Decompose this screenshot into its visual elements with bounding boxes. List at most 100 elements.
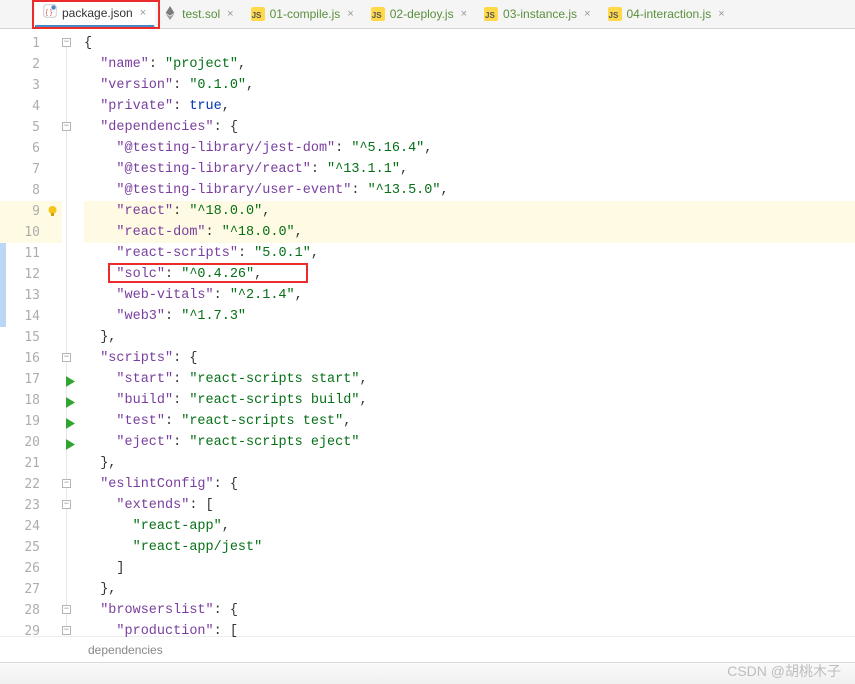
tab-02-deploy-js[interactable]: JS02-deploy.js× xyxy=(363,0,476,28)
close-icon[interactable]: × xyxy=(461,8,467,20)
line-number[interactable]: 16 xyxy=(0,348,62,369)
close-icon[interactable]: × xyxy=(584,8,590,20)
line-number[interactable]: 25 xyxy=(0,537,62,558)
code-line[interactable]: "@testing-library/user-event": "^13.5.0"… xyxy=(84,180,855,201)
line-number[interactable]: 9 xyxy=(0,201,62,222)
line-number[interactable]: 5 xyxy=(0,117,62,138)
line-number[interactable]: 13 xyxy=(0,285,62,306)
line-number[interactable]: 29 xyxy=(0,621,62,642)
line-number[interactable]: 22 xyxy=(0,474,62,495)
fold-column: − − − − − − − xyxy=(60,29,78,636)
tab-label: 01-compile.js xyxy=(270,7,341,21)
tab-label: 04-interaction.js xyxy=(627,7,712,21)
fold-toggle[interactable]: − xyxy=(62,605,71,614)
code-line[interactable]: }, xyxy=(84,327,855,348)
code-line[interactable]: "extends": [ xyxy=(84,495,855,516)
tab-01-compile-js[interactable]: JS01-compile.js× xyxy=(243,0,363,28)
code-line[interactable]: }, xyxy=(84,579,855,600)
run-icon[interactable] xyxy=(66,437,75,458)
json-icon: { } xyxy=(43,4,57,21)
code-line[interactable]: "react": "^18.0.0", xyxy=(84,201,855,222)
fold-toggle[interactable]: − xyxy=(62,353,71,362)
run-icon[interactable] xyxy=(66,395,75,416)
code-line[interactable]: "eject": "react-scripts eject" xyxy=(84,432,855,453)
lightbulb-icon[interactable] xyxy=(46,204,59,217)
fold-toggle[interactable]: − xyxy=(62,479,71,488)
code-line[interactable]: "production": [ xyxy=(84,621,855,642)
watermark: CSDN @胡桃木子 xyxy=(727,661,841,681)
code-line[interactable]: "start": "react-scripts start", xyxy=(84,369,855,390)
code-line[interactable]: "eslintConfig": { xyxy=(84,474,855,495)
code-line[interactable]: "react-scripts": "5.0.1", xyxy=(84,243,855,264)
ethereum-icon xyxy=(164,6,176,23)
fold-guide xyxy=(66,129,67,335)
close-icon[interactable]: × xyxy=(718,8,724,20)
editor-tabs: { } package.json × test.sol × JS 01-compile.js… xyxy=(0,0,855,29)
line-number[interactable]: 8 xyxy=(0,180,62,201)
code-line[interactable]: "version": "0.1.0", xyxy=(84,75,855,96)
code-line[interactable]: "build": "react-scripts build", xyxy=(84,390,855,411)
close-icon[interactable]: × xyxy=(140,7,146,19)
line-number[interactable]: 17 xyxy=(0,369,62,390)
code-line[interactable]: ] xyxy=(84,558,855,579)
fold-toggle[interactable]: − xyxy=(62,500,71,509)
line-number[interactable]: 11 xyxy=(0,243,62,264)
line-number[interactable]: 7 xyxy=(0,159,62,180)
line-number[interactable]: 3 xyxy=(0,75,62,96)
fold-guide xyxy=(66,507,67,566)
code-line[interactable]: { xyxy=(84,33,855,54)
line-number[interactable]: 6 xyxy=(0,138,62,159)
run-icon[interactable] xyxy=(66,374,75,395)
tab-03-instance-js[interactable]: JS03-instance.js× xyxy=(476,0,599,28)
js-icon: JS xyxy=(484,7,498,21)
code-line[interactable]: "@testing-library/jest-dom": "^5.16.4", xyxy=(84,138,855,159)
line-number[interactable]: 12 xyxy=(0,264,62,285)
fold-toggle[interactable]: − xyxy=(62,38,71,47)
code-line[interactable]: "react-app", xyxy=(84,516,855,537)
tab-label: test.sol xyxy=(182,7,220,21)
line-gutter: 1234567891011121314151617181920212223242… xyxy=(0,29,62,636)
tab-test-sol[interactable]: test.sol × xyxy=(155,0,242,28)
line-number[interactable]: 20 xyxy=(0,432,62,453)
line-number[interactable]: 28 xyxy=(0,600,62,621)
line-number[interactable]: 19 xyxy=(0,411,62,432)
code-line[interactable]: }, xyxy=(84,453,855,474)
fold-toggle[interactable]: − xyxy=(62,626,71,635)
line-number[interactable]: 10 xyxy=(0,222,62,243)
code-line[interactable]: "dependencies": { xyxy=(84,117,855,138)
code-line[interactable]: "web-vitals": "^2.1.4", xyxy=(84,285,855,306)
code-editor: 1234567891011121314151617181920212223242… xyxy=(0,29,855,636)
run-icon[interactable] xyxy=(66,416,75,437)
line-number[interactable]: 2 xyxy=(0,54,62,75)
code-line[interactable]: "react-app/jest" xyxy=(84,537,855,558)
code-line[interactable]: "@testing-library/react": "^13.1.1", xyxy=(84,159,855,180)
line-number[interactable]: 23 xyxy=(0,495,62,516)
line-number[interactable]: 26 xyxy=(0,558,62,579)
tab-label: package.json xyxy=(62,6,133,20)
code-line[interactable]: "scripts": { xyxy=(84,348,855,369)
code-area[interactable]: − − − − − − − { "name": "project", "version": … xyxy=(62,29,855,636)
close-icon[interactable]: × xyxy=(227,8,233,20)
tab-04-interaction-js[interactable]: JS 04-interaction.js × xyxy=(600,0,734,28)
code-line[interactable]: "web3": "^1.7.3" xyxy=(84,306,855,327)
code-line[interactable]: "react-dom": "^18.0.0", xyxy=(84,222,855,243)
tab-package-json[interactable]: { } package.json × xyxy=(35,0,155,28)
code-line[interactable]: "private": true, xyxy=(84,96,855,117)
fold-toggle[interactable]: − xyxy=(62,122,71,131)
line-number[interactable]: 24 xyxy=(0,516,62,537)
close-icon[interactable]: × xyxy=(347,8,353,20)
line-number[interactable]: 18 xyxy=(0,390,62,411)
tab-label: 02-deploy.js xyxy=(390,7,454,21)
code-line[interactable]: "browserslist": { xyxy=(84,600,855,621)
code-line[interactable]: "solc": "^0.4.26", xyxy=(84,264,855,285)
line-number[interactable]: 4 xyxy=(0,96,62,117)
code-line[interactable]: "test": "react-scripts test", xyxy=(84,411,855,432)
line-number[interactable]: 1 xyxy=(0,33,62,54)
line-number[interactable]: 21 xyxy=(0,453,62,474)
code-line[interactable]: "name": "project", xyxy=(84,54,855,75)
line-number[interactable]: 15 xyxy=(0,327,62,348)
selection-stripe xyxy=(0,243,6,327)
line-number[interactable]: 14 xyxy=(0,306,62,327)
js-icon: JS xyxy=(608,7,622,21)
line-number[interactable]: 27 xyxy=(0,579,62,600)
